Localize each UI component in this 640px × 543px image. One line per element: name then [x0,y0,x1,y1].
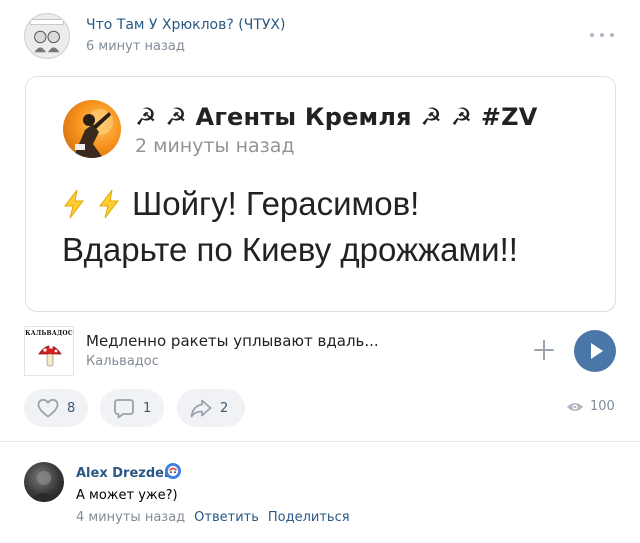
post-timestamp[interactable]: 6 минут назад [86,39,185,54]
comment-icon [114,399,134,419]
repost-avatar [63,100,121,158]
comments-divider [0,441,640,442]
repost-text-line-1: Шойгу! Герасимов! [62,181,610,227]
comment-count: 1 [143,400,152,416]
play-button[interactable] [574,330,616,372]
comment-item: Alex Drezden А может уже?) 4 минуты наза… [0,452,640,543]
reply-link[interactable]: Ответить [194,510,259,525]
repost-title: ☭ ☭ Агенты Кремля ☭ ☭ #ZV [135,103,538,131]
more-options-icon[interactable] [590,28,614,42]
repost-avatar-image [73,109,113,158]
audio-cover[interactable]: КАЛЬВАДОС [24,326,74,376]
audio-cover-label: КАЛЬВАДОС [25,330,73,337]
post-actions: 8 1 2 100 [0,389,640,429]
group-name-link[interactable]: Что Там У Хрюклов? (ЧТУХ) [86,17,285,33]
donut-badge-icon [164,462,182,480]
comment-author-link[interactable]: Alex Drezden [76,466,173,481]
group-avatar-image [25,14,69,58]
eye-icon [567,402,583,411]
comment-button[interactable]: 1 [100,389,164,427]
comment-meta: 4 минуты назад Ответить Поделиться [76,510,350,525]
like-count: 8 [67,400,76,416]
views-count: 100 [590,399,615,414]
commenter-avatar[interactable] [24,462,64,502]
commenter-avatar-image [30,471,58,502]
group-avatar[interactable] [24,13,70,59]
audio-title[interactable]: Медленно ракеты уплывают вдаль... [86,332,379,350]
audio-artist[interactable]: Кальвадос [86,354,159,369]
share-button[interactable]: 2 [177,389,245,427]
views-counter: 100 [566,399,615,414]
like-button[interactable]: 8 [24,389,88,427]
comment-text: А может уже?) [76,488,178,503]
comment-timestamp[interactable]: 4 минуты назад [76,510,185,525]
post-header: Что Там У Хрюклов? (ЧТУХ) 6 минут назад [0,0,640,70]
repost-text-line-1-content: Шойгу! Герасимов! [132,185,420,222]
share-comment-link[interactable]: Поделиться [268,510,350,525]
lightning-icon [97,189,121,219]
heart-icon [37,398,59,418]
add-audio-icon[interactable] [533,339,555,361]
repost-timestamp: 2 минуты назад [135,135,295,157]
share-icon [190,399,212,418]
audio-attachment: КАЛЬВАДОС Медленно ракеты уплывают вдаль… [0,318,640,380]
lightning-icon [62,189,86,219]
repost-text-line-2: Вдарьте по Киеву дрожжами!! [62,231,518,268]
mushroom-icon [38,345,62,367]
share-count: 2 [220,400,229,416]
repost-text: Шойгу! Герасимов! Вдарьте по Киеву дрожж… [62,181,610,273]
reposted-image[interactable]: ☭ ☭ Агенты Кремля ☭ ☭ #ZV 2 минуты назад… [25,76,616,312]
